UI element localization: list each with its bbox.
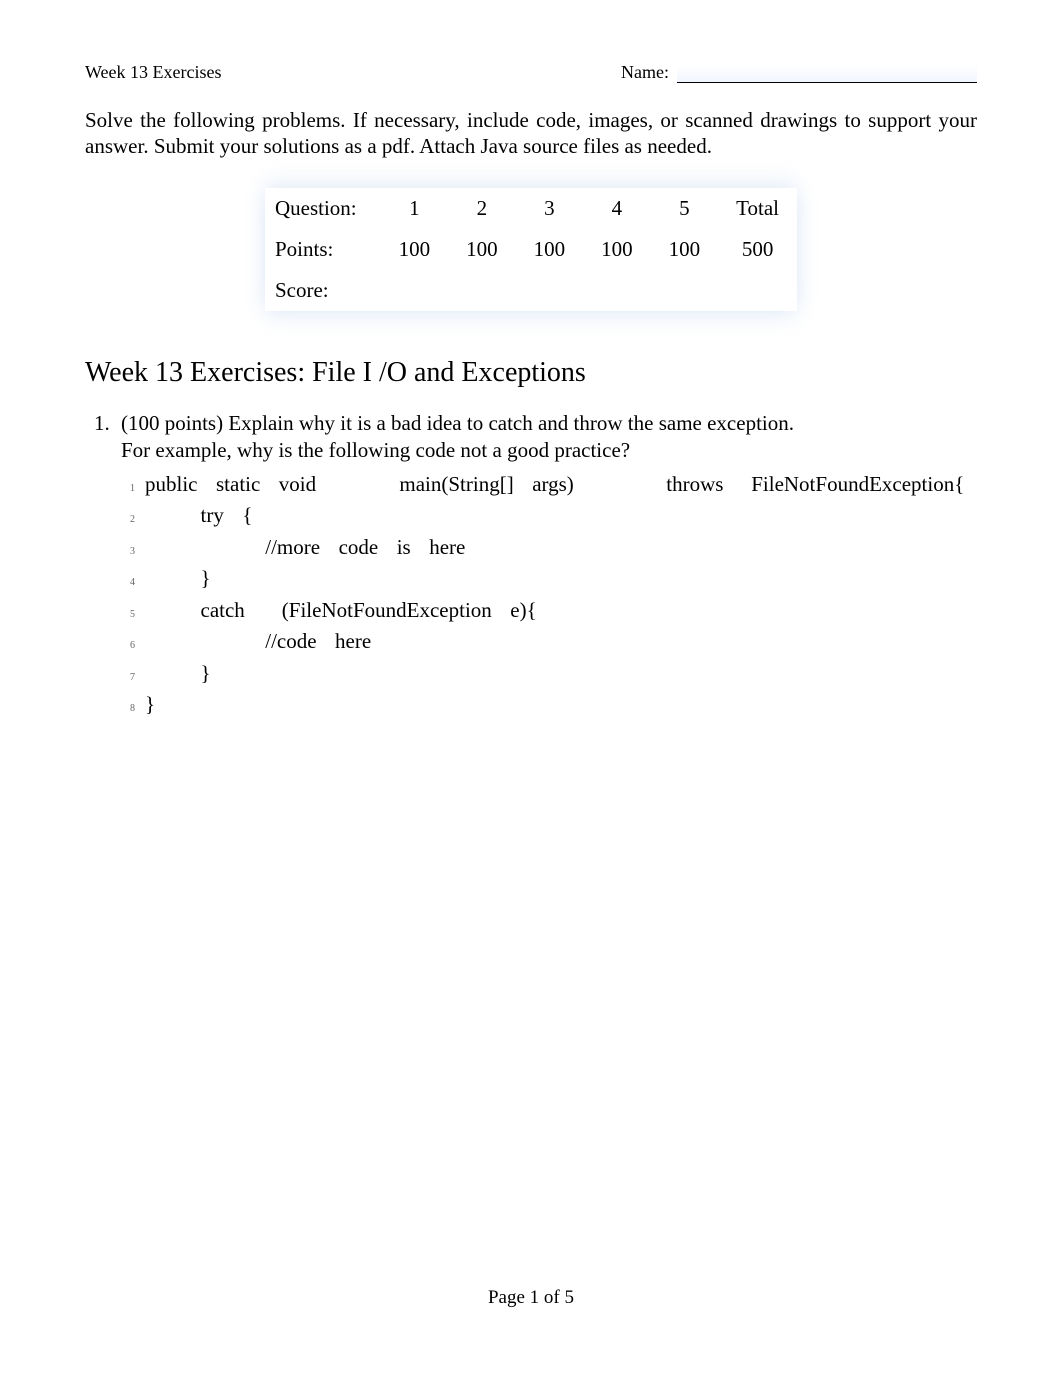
page-footer: Page 1 of 5 (0, 1287, 1062, 1309)
code-text: } (145, 689, 155, 721)
line-number: 1 (117, 481, 135, 496)
question-text: For example, why is the following code n… (121, 438, 977, 463)
code-text: try { (145, 500, 252, 532)
score-cell[interactable] (583, 270, 651, 311)
code-line: 8} (117, 689, 977, 721)
code-line: 6 //code here (117, 626, 977, 658)
name-field: Name: (621, 62, 977, 83)
name-input-line[interactable] (677, 65, 977, 83)
col-header: Total (718, 188, 797, 229)
score-cell[interactable] (516, 270, 584, 311)
points-cell: 100 (516, 229, 584, 270)
code-text: //code here (145, 626, 371, 658)
section-title: Week 13 Exercises: File I /O and Excepti… (85, 357, 977, 389)
question-list: (100 points) Explain why it is a bad ide… (85, 411, 977, 721)
name-label: Name: (621, 62, 669, 83)
score-table: Question: 1 2 3 4 5 Total Points: 100 10… (265, 188, 797, 311)
code-line: 3 //more code is here (117, 532, 977, 564)
code-line: 1 public static void main(String[] args) … (117, 469, 977, 501)
code-text: public static void main(String[] args) t… (145, 469, 964, 501)
line-number: 8 (117, 701, 135, 716)
col-header: 1 (381, 188, 449, 229)
line-number: 4 (117, 575, 135, 590)
table-row: Question: 1 2 3 4 5 Total (265, 188, 797, 229)
code-line: 5 catch (FileNotFoundException e){ (117, 595, 977, 627)
page: Week 13 Exercises Name: Solve the follow… (0, 0, 1062, 1377)
line-number: 7 (117, 670, 135, 685)
line-number: 5 (117, 607, 135, 622)
code-text: catch (FileNotFoundException e){ (145, 595, 537, 627)
table-row: Score: (265, 270, 797, 311)
line-number: 3 (117, 544, 135, 559)
row-label-question: Question: (265, 188, 381, 229)
header-left: Week 13 Exercises (85, 62, 222, 83)
row-label-score: Score: (265, 270, 381, 311)
question-text: (100 points) Explain why it is a bad ide… (121, 411, 977, 436)
row-label-points: Points: (265, 229, 381, 270)
intro-paragraph: Solve the following problems. If necessa… (85, 107, 977, 160)
code-line: 2 try { (117, 500, 977, 532)
code-line: 4 } (117, 563, 977, 595)
score-table-wrap: Question: 1 2 3 4 5 Total Points: 100 10… (85, 188, 977, 311)
points-cell: 100 (651, 229, 719, 270)
line-number: 2 (117, 512, 135, 527)
points-prefix: (100 points) (121, 411, 228, 435)
code-text: //more code is here (145, 532, 465, 564)
score-cell[interactable] (651, 270, 719, 311)
page-header: Week 13 Exercises Name: (85, 62, 977, 83)
points-cell: 100 (381, 229, 449, 270)
question-1: (100 points) Explain why it is a bad ide… (115, 411, 977, 721)
points-cell: 100 (583, 229, 651, 270)
line-number: 6 (117, 638, 135, 653)
code-text: } (145, 563, 211, 595)
code-block: 1 public static void main(String[] args) … (117, 469, 977, 721)
points-cell: 500 (718, 229, 797, 270)
question-line: Explain why it is a bad idea to catch an… (228, 411, 794, 435)
points-cell: 100 (448, 229, 516, 270)
col-header: 3 (516, 188, 584, 229)
code-text: } (145, 658, 211, 690)
col-header: 2 (448, 188, 516, 229)
table-row: Points: 100 100 100 100 100 500 (265, 229, 797, 270)
col-header: 4 (583, 188, 651, 229)
score-cell[interactable] (381, 270, 449, 311)
score-cell[interactable] (718, 270, 797, 311)
col-header: 5 (651, 188, 719, 229)
code-line: 7 } (117, 658, 977, 690)
score-cell[interactable] (448, 270, 516, 311)
